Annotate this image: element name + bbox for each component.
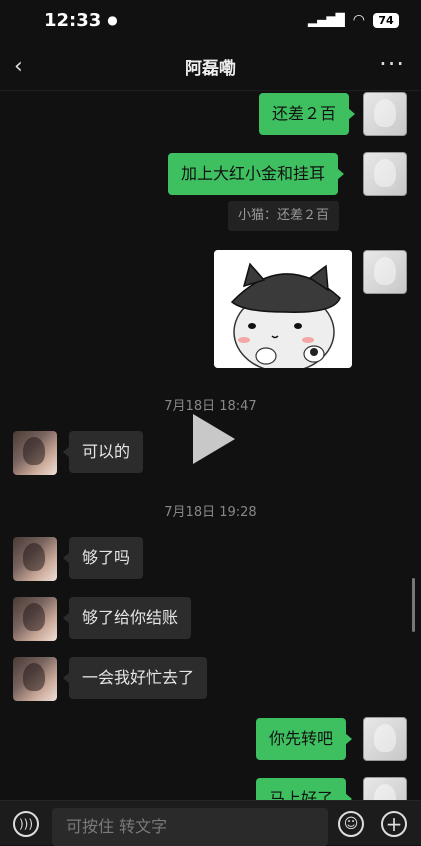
avatar-figure — [23, 543, 45, 571]
status-time-group: 12:33 ● — [44, 10, 118, 31]
battery-indicator: 74 — [373, 12, 399, 28]
sticker-message[interactable] — [214, 250, 352, 368]
message-bubble-received[interactable]: 够了吗 — [62, 537, 144, 579]
message-input[interactable]: 可按住 转文字 — [52, 808, 328, 846]
avatar-contact[interactable] — [13, 537, 57, 581]
avatar-figure — [374, 99, 396, 127]
avatar-self[interactable] — [363, 152, 407, 196]
chat-header: ‹ 阿磊嘞 ··· — [0, 44, 421, 88]
header-divider — [0, 90, 421, 91]
quoted-message[interactable]: 小猫：还差２百 — [228, 201, 340, 231]
avatar-contact[interactable] — [13, 597, 57, 641]
message-text: 够了吗 — [82, 548, 131, 567]
chevron-left-icon[interactable]: ‹ — [14, 54, 23, 79]
message-bubble-received[interactable]: 够了给你结账 — [62, 597, 192, 639]
avatar-figure — [374, 724, 396, 752]
status-indicators: ▂▄▆█ ◠ 74 — [308, 12, 399, 28]
message-bubble-received[interactable]: 一会我好忙去了 — [62, 657, 208, 699]
message-text: 可以的 — [82, 442, 131, 461]
quote-text: 小猫：还差２百 — [238, 208, 330, 223]
message-text: 一会我好忙去了 — [82, 668, 195, 687]
input-placeholder: 可按住 转文字 — [66, 817, 168, 836]
message-bubble-sent[interactable]: 还差２百 — [259, 93, 356, 135]
play-icon[interactable] — [193, 414, 235, 464]
message-bubble-received[interactable]: 可以的 — [62, 431, 144, 473]
avatar-figure — [23, 437, 45, 465]
person-icon: ● — [107, 13, 118, 27]
input-bar: ))) 可按住 转文字 ☺ + — [0, 800, 421, 846]
message-text: 加上大红小金和挂耳 — [181, 164, 326, 183]
chat-title: 阿磊嘞 — [185, 58, 236, 79]
avatar-self[interactable] — [363, 92, 407, 136]
message-bubble-sent[interactable]: 你先转吧 — [256, 718, 353, 760]
more-dots-icon[interactable]: ··· — [379, 50, 405, 78]
plus-icon[interactable]: + — [381, 811, 407, 837]
message-text: 够了给你结账 — [82, 608, 179, 627]
message-text: 还差２百 — [272, 104, 337, 123]
avatar-figure — [374, 159, 396, 187]
avatar-figure — [374, 257, 396, 285]
avatar-self[interactable] — [363, 717, 407, 761]
cat-sticker-image — [214, 250, 352, 368]
signal-icon: ▂▄▆█ — [307, 13, 345, 27]
avatar-contact[interactable] — [13, 431, 57, 475]
scrollbar[interactable] — [412, 578, 415, 632]
message-text: 你先转吧 — [269, 729, 334, 748]
status-time: 12:33 — [44, 9, 102, 31]
avatar-figure — [23, 663, 45, 691]
wifi-icon: ◠ — [352, 12, 365, 28]
avatar-contact[interactable] — [13, 657, 57, 701]
emoji-icon[interactable]: ☺ — [338, 811, 364, 837]
avatar-self[interactable] — [363, 250, 407, 294]
avatar-figure — [23, 603, 45, 631]
voice-icon[interactable]: ))) — [13, 811, 39, 837]
timestamp: 7月18日 18:47 — [164, 399, 257, 414]
timestamp: 7月18日 19:28 — [164, 505, 257, 520]
message-bubble-sent[interactable]: 加上大红小金和挂耳 — [168, 153, 345, 195]
status-bar: 12:33 ● ▂▄▆█ ◠ 74 — [0, 0, 421, 40]
